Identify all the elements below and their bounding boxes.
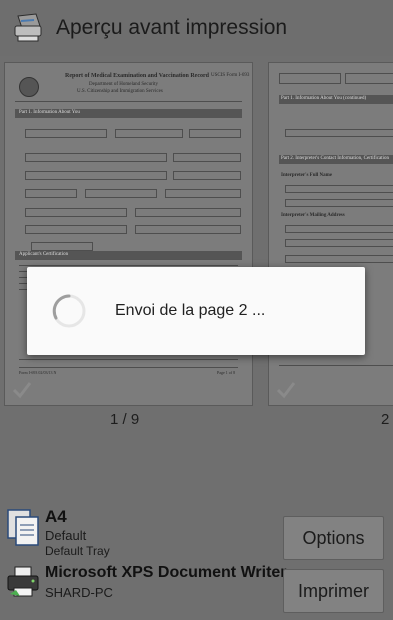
print-preview-area[interactable]: Report of Medical Examination and Vaccin… [0, 56, 393, 436]
dhs-seal-icon [19, 77, 39, 97]
doc-interp-name: Interpreter's Full Name [281, 173, 333, 178]
page-counter: 2 [381, 411, 390, 428]
doc-form-id: USCIS Form I-693 [211, 73, 250, 78]
scanner-printer-icon [14, 13, 42, 42]
doc-title: Report of Medical Examination and Vaccin… [65, 73, 209, 79]
page-title: Aperçu avant impression [56, 16, 288, 39]
checkmark-icon [12, 382, 32, 399]
doc-footer-left: Form I-693 02/03/13 N [19, 370, 57, 375]
app-header: Aperçu avant impression [0, 0, 393, 56]
print-button[interactable]: Imprimer [283, 569, 384, 613]
paper-size[interactable]: A4 [45, 507, 67, 527]
printer-icon [7, 566, 39, 597]
paper-tray: Default Tray [45, 544, 110, 558]
doc-part1-cont: Part 1. Information About You (continued… [281, 96, 367, 101]
doc-footer-right: Page 1 of 8 [217, 370, 236, 375]
progress-message: Envoi de la page 2 ... [115, 302, 266, 319]
doc-part2: Part 2. Interpreter's Contact Informatio… [281, 156, 389, 161]
page-counter: 1 / 9 [110, 411, 140, 428]
options-button[interactable]: Options [283, 516, 384, 560]
doc-cert: Applicant's Certification [19, 252, 69, 257]
paper-stack-icon [7, 509, 39, 546]
printer-name[interactable]: Microsoft XPS Document Writer [45, 564, 287, 582]
paper-type: Default [45, 528, 87, 543]
progress-dialog: Envoi de la page 2 ... [27, 267, 365, 355]
printer-host: SHARD-PC [45, 585, 113, 600]
checkmark-icon [276, 382, 296, 399]
doc-dept: Department of Homeland Security [89, 82, 159, 87]
loading-spinner-icon [52, 294, 86, 328]
doc-part1: Part 1. Information About You [19, 110, 80, 115]
doc-interp-addr: Interpreter's Mailing Address [281, 213, 345, 218]
doc-agency: U.S. Citizenship and Immigration Service… [77, 89, 163, 94]
